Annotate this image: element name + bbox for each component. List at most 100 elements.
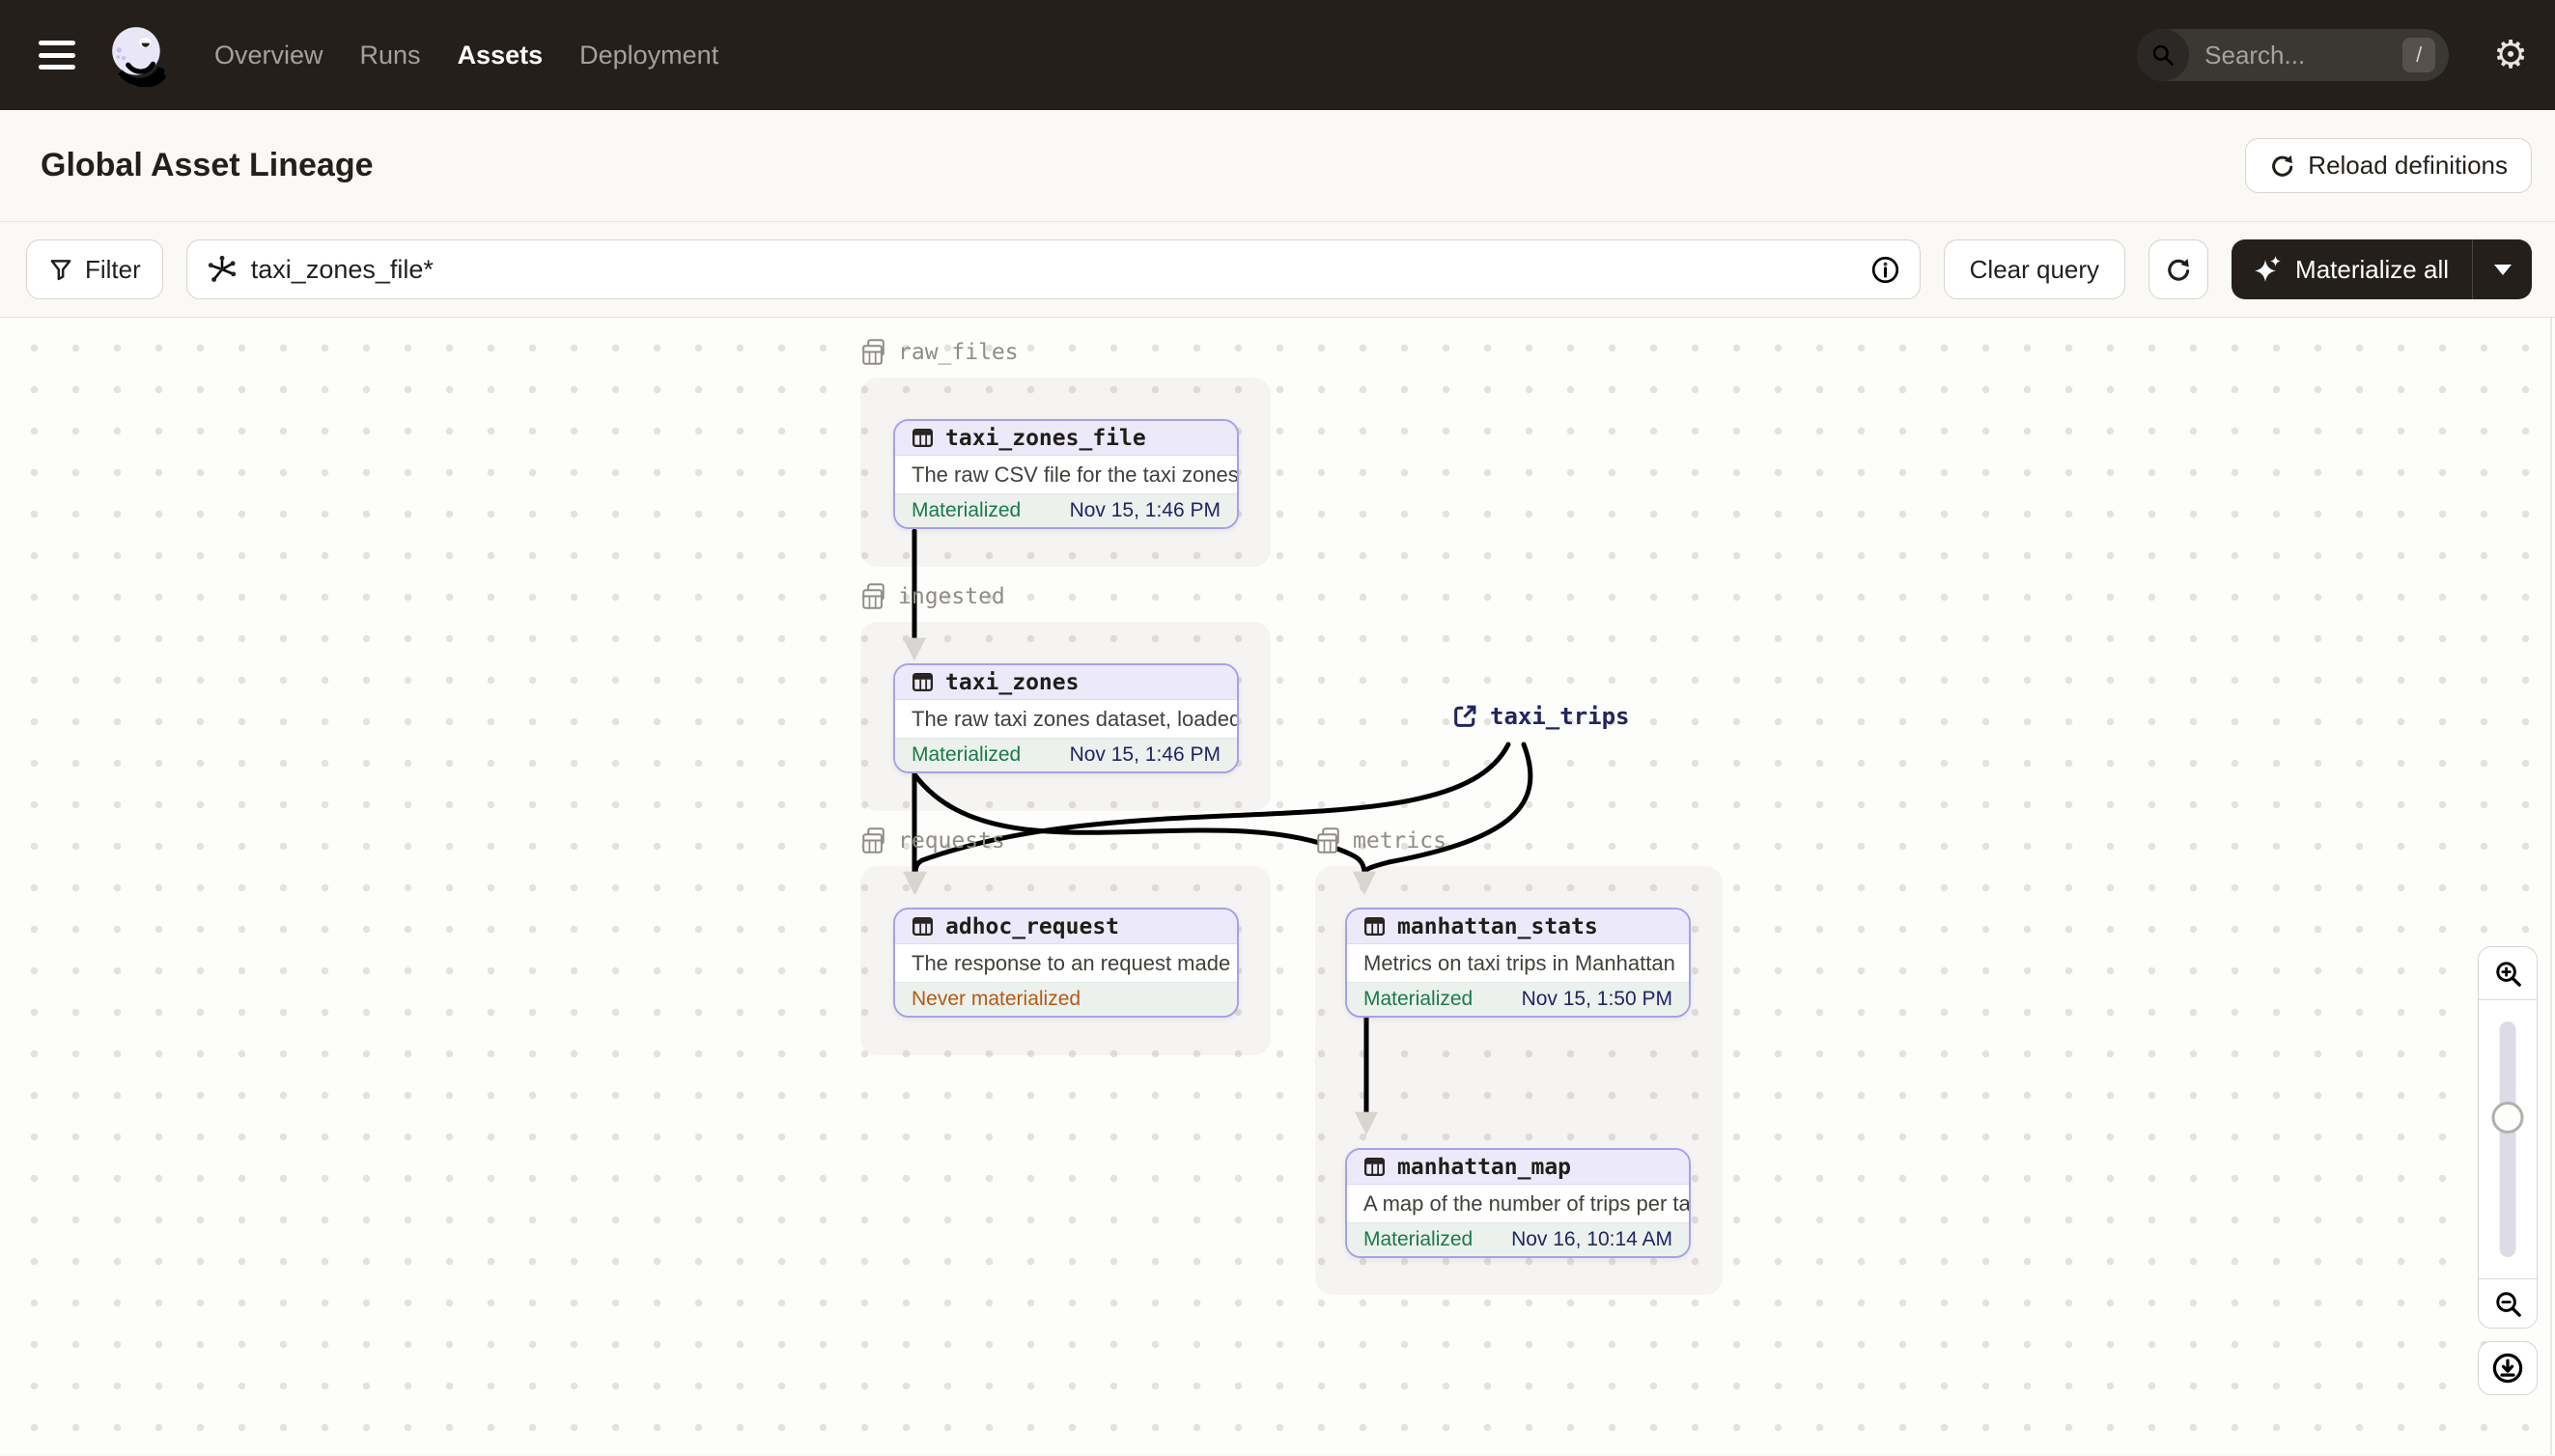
page-title: Global Asset Lineage — [41, 147, 374, 183]
primary-nav: Overview Runs Assets Deployment — [214, 41, 718, 70]
asset-node-manhattan_stats[interactable]: manhattan_stats Metrics on taxi trips in… — [1345, 908, 1691, 1018]
external-asset-name: taxi_trips — [1490, 703, 1630, 730]
edge-taxi_trips-manhattan_stats — [1353, 742, 1533, 895]
asset-status-bar: Materialized Nov 15, 1:46 PM — [895, 493, 1237, 527]
asset-node-adhoc_request[interactable]: adhoc_request The response to an request… — [893, 908, 1239, 1018]
zoom-slider[interactable] — [2479, 1000, 2537, 1278]
materialize-all-label: Materialize all — [2295, 254, 2449, 284]
table-icon — [911, 670, 935, 694]
download-icon — [2492, 1353, 2523, 1384]
group-tables-icon — [862, 583, 888, 609]
zoom-in-icon — [2495, 961, 2521, 987]
table-icon — [1362, 1155, 1387, 1179]
refresh-icon — [2167, 258, 2189, 281]
asset-description: The raw CSV file for the taxi zones dat.… — [895, 456, 1237, 493]
asset-status-bar: Materialized Nov 16, 10:14 AM — [1347, 1222, 1689, 1256]
group-tables-icon — [862, 827, 888, 854]
zoom-controls — [2478, 946, 2538, 1329]
status-label: Materialized — [912, 743, 1022, 766]
zoom-out-button[interactable] — [2479, 1278, 2537, 1328]
asset-selection-input[interactable] — [250, 254, 1857, 285]
group-label-raw_files[interactable]: raw_files — [862, 339, 1019, 365]
reload-icon — [2272, 154, 2293, 177]
nav-item-deployment[interactable]: Deployment — [579, 41, 718, 70]
group-tables-icon — [1317, 827, 1343, 854]
asset-name: taxi_zones — [945, 669, 1080, 695]
table-icon — [911, 426, 935, 450]
asset-node-header: adhoc_request — [895, 910, 1237, 944]
asset-description: A map of the number of trips per taxi z.… — [1347, 1185, 1689, 1222]
menu-icon[interactable] — [39, 41, 75, 70]
materialize-options-dropdown[interactable] — [2472, 239, 2532, 299]
filter-funnel-icon — [50, 260, 71, 281]
zoom-slider-track[interactable] — [2499, 1022, 2516, 1257]
asset-name: manhattan_map — [1397, 1154, 1572, 1180]
clear-query-button[interactable]: Clear query — [1943, 239, 2126, 299]
asset-status-bar: Materialized Nov 15, 1:46 PM — [895, 738, 1237, 771]
search-input[interactable]: Search... / — [2137, 29, 2450, 81]
asset-status-bar: Never materialized — [895, 982, 1237, 1016]
asset-description: The response to an request made in th... — [895, 944, 1237, 982]
asset-node-header: taxi_zones_file — [895, 421, 1237, 456]
table-icon — [911, 914, 935, 938]
asset-selector-icon — [208, 255, 236, 282]
group-label-metrics[interactable]: metrics — [1317, 827, 1446, 854]
download-image-button[interactable] — [2478, 1341, 2538, 1395]
zoom-in-button[interactable] — [2479, 947, 2537, 1000]
asset-description: Metrics on taxi trips in Manhattan — [1347, 944, 1689, 982]
group-label-text: ingested — [898, 583, 1005, 609]
external-link-icon — [1451, 703, 1478, 730]
status-timestamp: Nov 15, 1:46 PM — [1069, 743, 1221, 766]
settings-gear-icon[interactable]: ⚙ — [2493, 36, 2528, 74]
dagster-logo[interactable] — [106, 23, 170, 87]
filter-button[interactable]: Filter — [26, 239, 163, 299]
asset-node-manhattan_map[interactable]: manhattan_map A map of the number of tri… — [1345, 1148, 1691, 1258]
asset-name: manhattan_stats — [1397, 913, 1598, 939]
status-timestamp: Nov 15, 1:46 PM — [1069, 499, 1221, 521]
asset-node-header: manhattan_map — [1347, 1150, 1689, 1185]
asset-name: taxi_zones_file — [945, 425, 1146, 451]
chevron-down-icon — [2493, 264, 2512, 275]
asset-node-taxi_zones[interactable]: taxi_zones The raw taxi zones dataset, l… — [893, 663, 1239, 773]
zoom-out-icon — [2495, 1291, 2521, 1317]
asset-name: adhoc_request — [945, 913, 1120, 939]
lineage-edges — [903, 528, 1533, 1135]
sparkles-icon — [2255, 256, 2282, 282]
group-label-ingested[interactable]: ingested — [862, 583, 1005, 609]
status-label: Materialized — [1363, 1228, 1474, 1250]
nav-item-assets[interactable]: Assets — [458, 41, 544, 70]
status-label: Never materialized — [912, 988, 1081, 1010]
reload-definitions-button[interactable]: Reload definitions — [2245, 138, 2532, 193]
status-timestamp: Nov 16, 10:14 AM — [1511, 1228, 1672, 1250]
edge-taxi_zones-manhattan_stats — [912, 771, 1376, 895]
status-label: Materialized — [912, 499, 1022, 521]
nav-item-overview[interactable]: Overview — [214, 41, 323, 70]
group-label-text: requests — [898, 827, 1005, 854]
search-shortcut-badge: / — [2402, 38, 2436, 72]
clear-query-label: Clear query — [1969, 254, 2100, 284]
materialize-all-button[interactable]: Materialize all — [2232, 239, 2532, 299]
group-label-requests[interactable]: requests — [862, 827, 1005, 854]
asset-node-header: taxi_zones — [895, 665, 1237, 700]
asset-node-taxi_zones_file[interactable]: taxi_zones_file The raw CSV file for the… — [893, 419, 1239, 529]
materialize-all-main[interactable]: Materialize all — [2232, 239, 2472, 299]
query-info-icon[interactable] — [1870, 255, 1900, 285]
zoom-slider-thumb[interactable] — [2491, 1102, 2524, 1134]
nav-item-runs[interactable]: Runs — [360, 41, 421, 70]
group-tables-icon — [862, 339, 888, 365]
asset-lineage-canvas[interactable]: raw_files ingested requests metrics taxi… — [0, 318, 2555, 1455]
search-icon — [2137, 29, 2190, 81]
page-header: Global Asset Lineage Reload definitions — [0, 110, 2555, 222]
refresh-graph-button[interactable] — [2148, 239, 2209, 299]
status-timestamp: Nov 15, 1:50 PM — [1521, 988, 1672, 1010]
search-placeholder: Search... — [2204, 40, 2306, 70]
asset-selection-inputbox — [185, 239, 1921, 299]
filter-label: Filter — [85, 254, 141, 284]
group-label-text: raw_files — [898, 339, 1019, 365]
asset-graph-toolbar: Filter Clear query — [0, 222, 2555, 318]
external-asset-taxi_trips[interactable]: taxi_trips — [1451, 703, 1630, 730]
asset-node-header: manhattan_stats — [1347, 910, 1689, 944]
asset-description: The raw taxi zones dataset, loaded int..… — [895, 700, 1237, 738]
reload-definitions-label: Reload definitions — [2308, 151, 2508, 180]
group-label-text: metrics — [1353, 827, 1446, 854]
